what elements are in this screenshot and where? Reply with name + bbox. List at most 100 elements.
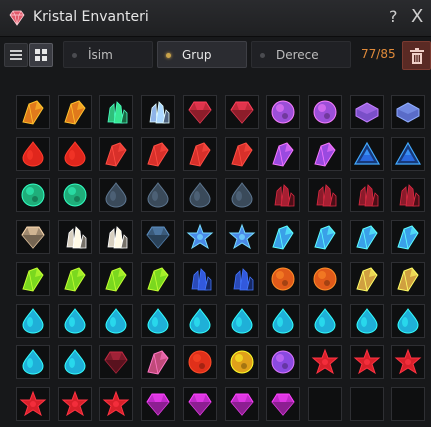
- crystal-slot[interactable]: [308, 304, 342, 338]
- blue-spike-icon: [272, 225, 294, 250]
- crystal-slot[interactable]: [350, 345, 384, 379]
- empty-slot[interactable]: [391, 387, 425, 421]
- crystal-slot[interactable]: [183, 137, 217, 171]
- crystal-slot[interactable]: [308, 262, 342, 296]
- crystal-slot[interactable]: [141, 387, 175, 421]
- crystal-slot[interactable]: [391, 345, 425, 379]
- crystal-slot[interactable]: [225, 387, 259, 421]
- crystal-slot[interactable]: [183, 95, 217, 129]
- crystal-slot[interactable]: [58, 95, 92, 129]
- crystal-slot[interactable]: [58, 178, 92, 212]
- red-shard-icon: [105, 142, 127, 167]
- crystal-slot[interactable]: [16, 262, 50, 296]
- crystal-slot[interactable]: [391, 95, 425, 129]
- crystal-slot[interactable]: [141, 220, 175, 254]
- crystal-slot[interactable]: [266, 387, 300, 421]
- close-button[interactable]: X: [411, 6, 423, 27]
- crystal-slot[interactable]: [225, 220, 259, 254]
- crystal-slot[interactable]: [99, 220, 133, 254]
- crystal-slot[interactable]: [141, 345, 175, 379]
- crystal-slot[interactable]: [225, 178, 259, 212]
- crystal-slot[interactable]: [308, 345, 342, 379]
- crystal-slot[interactable]: [99, 387, 133, 421]
- crystal-slot[interactable]: [266, 262, 300, 296]
- cyan-drop-icon: [397, 308, 419, 334]
- crystal-slot[interactable]: [350, 262, 384, 296]
- crystal-slot[interactable]: [16, 95, 50, 129]
- crystal-slot[interactable]: [183, 345, 217, 379]
- crystal-slot[interactable]: [58, 137, 92, 171]
- crystal-slot[interactable]: [16, 304, 50, 338]
- white-crystal-icon: [107, 226, 128, 249]
- grid-icon: [35, 49, 47, 61]
- crystal-slot[interactable]: [391, 304, 425, 338]
- crystal-slot[interactable]: [308, 220, 342, 254]
- crystal-slot[interactable]: [183, 387, 217, 421]
- crystal-slot[interactable]: [350, 178, 384, 212]
- sort-tab-isim[interactable]: İsim: [63, 41, 153, 68]
- crystal-slot[interactable]: [266, 95, 300, 129]
- sort-tab-derece[interactable]: Derece: [251, 41, 351, 68]
- red-gem-icon: [188, 101, 212, 124]
- help-button[interactable]: ?: [389, 7, 398, 26]
- blue-block-icon: [396, 102, 420, 123]
- crystal-slot[interactable]: [308, 137, 342, 171]
- crystal-slot[interactable]: [266, 304, 300, 338]
- crystal-slot[interactable]: [391, 220, 425, 254]
- crystal-slot[interactable]: [99, 304, 133, 338]
- crystal-slot[interactable]: [350, 95, 384, 129]
- crystal-slot[interactable]: [99, 95, 133, 129]
- crystal-slot[interactable]: [308, 95, 342, 129]
- crystal-slot[interactable]: [141, 95, 175, 129]
- crystal-slot[interactable]: [225, 262, 259, 296]
- crystal-slot[interactable]: [99, 137, 133, 171]
- title-bar[interactable]: Kristal Envanteri ? X: [0, 0, 431, 37]
- empty-slot[interactable]: [350, 387, 384, 421]
- crystal-slot[interactable]: [183, 220, 217, 254]
- crystal-slot[interactable]: [16, 137, 50, 171]
- crystal-slot[interactable]: [58, 220, 92, 254]
- crystal-slot[interactable]: [58, 304, 92, 338]
- sort-tab-label: İsim: [88, 48, 113, 62]
- crystal-slot[interactable]: [58, 345, 92, 379]
- crystal-slot[interactable]: [16, 387, 50, 421]
- crystal-slot[interactable]: [308, 178, 342, 212]
- crystal-slot[interactable]: [16, 178, 50, 212]
- crystal-slot[interactable]: [99, 262, 133, 296]
- crystal-slot[interactable]: [141, 137, 175, 171]
- crystal-slot[interactable]: [225, 345, 259, 379]
- crystal-slot[interactable]: [266, 345, 300, 379]
- crystal-slot[interactable]: [58, 387, 92, 421]
- grid-view-button[interactable]: [29, 43, 53, 67]
- crystal-slot[interactable]: [99, 345, 133, 379]
- list-view-button[interactable]: [4, 43, 28, 67]
- cyan-drop-icon: [64, 349, 86, 375]
- crystal-slot[interactable]: [99, 178, 133, 212]
- crystal-slot[interactable]: [16, 220, 50, 254]
- crystal-slot[interactable]: [16, 345, 50, 379]
- crimson-cluster-icon: [274, 184, 295, 207]
- lime-shard-icon: [64, 267, 86, 292]
- crystal-slot[interactable]: [350, 137, 384, 171]
- crystal-slot[interactable]: [141, 304, 175, 338]
- crystal-slot[interactable]: [141, 262, 175, 296]
- crystal-slot[interactable]: [266, 220, 300, 254]
- crystal-slot[interactable]: [225, 137, 259, 171]
- crystal-slot[interactable]: [391, 178, 425, 212]
- crystal-slot[interactable]: [266, 137, 300, 171]
- crystal-slot[interactable]: [183, 178, 217, 212]
- crystal-slot[interactable]: [183, 304, 217, 338]
- crystal-slot[interactable]: [350, 304, 384, 338]
- crystal-slot[interactable]: [391, 137, 425, 171]
- empty-slot[interactable]: [308, 387, 342, 421]
- crystal-slot[interactable]: [225, 95, 259, 129]
- crystal-slot[interactable]: [141, 178, 175, 212]
- crystal-slot[interactable]: [266, 178, 300, 212]
- crystal-slot[interactable]: [58, 262, 92, 296]
- sort-tab-grup[interactable]: Grup: [157, 41, 247, 68]
- crystal-slot[interactable]: [225, 304, 259, 338]
- crystal-slot[interactable]: [183, 262, 217, 296]
- delete-button[interactable]: [402, 41, 431, 70]
- crystal-slot[interactable]: [391, 262, 425, 296]
- crystal-slot[interactable]: [350, 220, 384, 254]
